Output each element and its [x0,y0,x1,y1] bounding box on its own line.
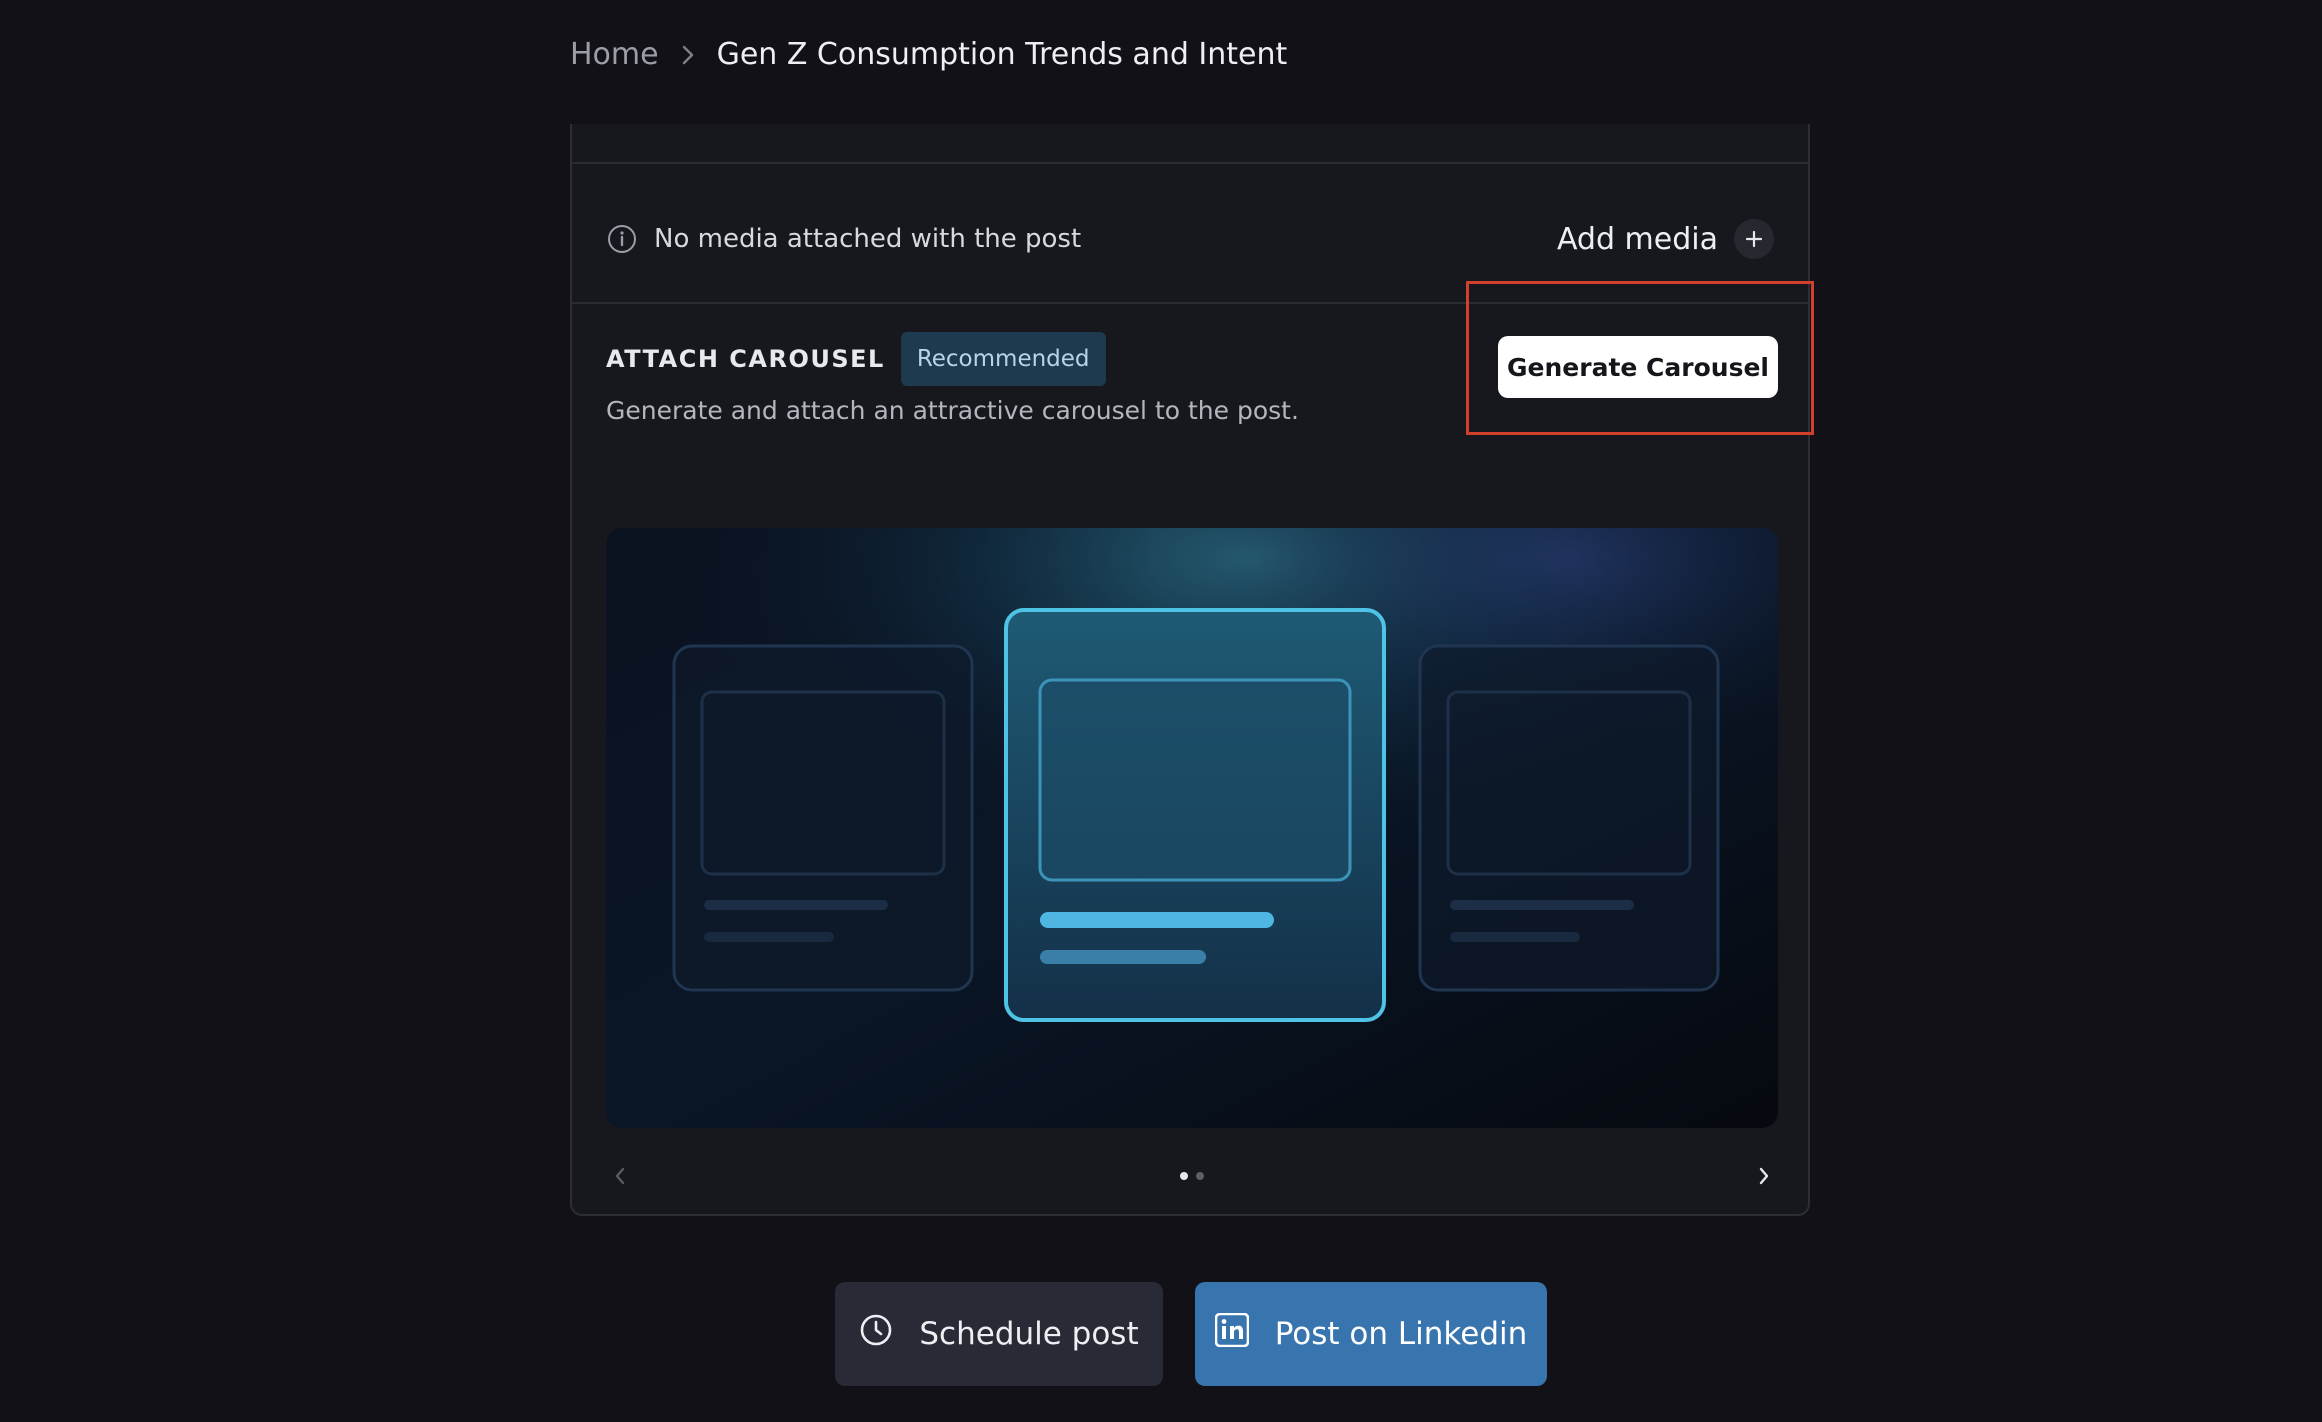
pager-dot-2[interactable] [1196,1172,1204,1180]
post-on-linkedin-button[interactable]: Post on Linkedin [1195,1282,1547,1386]
info-icon [606,223,638,255]
schedule-post-label: Schedule post [919,1316,1139,1352]
carousel-title-row: ATTACH CAROUSEL Recommended [606,332,1299,386]
carousel-pager [606,1156,1778,1196]
post-media-card: No media attached with the post Add medi… [570,124,1814,1216]
clock-icon [859,1313,893,1355]
add-media-button[interactable]: Add media [1557,219,1774,259]
center-slide-card [1004,608,1386,1022]
media-notice: No media attached with the post [606,223,1081,255]
breadcrumb: Home Gen Z Consumption Trends and Intent [570,34,1287,76]
left-slide-card [672,644,974,992]
post-on-linkedin-label: Post on Linkedin [1274,1316,1528,1352]
right-slide-card [1418,644,1720,992]
media-row: No media attached with the post Add medi… [606,214,1774,264]
chevron-right-icon[interactable] [1750,1162,1778,1190]
carousel-title: ATTACH CAROUSEL [606,345,885,373]
breadcrumb-home-link[interactable]: Home [570,34,659,76]
add-media-label: Add media [1556,221,1718,257]
carousel-description: Generate and attach an attractive carous… [606,396,1299,425]
post-actions: Schedule post Post on Linkedin [835,1282,1547,1386]
carousel-header: ATTACH CAROUSEL Recommended Generate and… [606,332,1299,425]
chevron-left-icon[interactable] [606,1162,634,1190]
recommended-badge: Recommended [900,332,1106,386]
carousel-illustration [606,528,1778,1128]
chevron-right-icon [677,44,699,66]
schedule-post-button[interactable]: Schedule post [835,1282,1163,1386]
pager-dots [1180,1172,1204,1180]
media-notice-text: No media attached with the post [654,224,1082,254]
generate-carousel-button[interactable]: Generate Carousel [1498,336,1778,398]
divider [572,162,1808,164]
linkedin-icon [1214,1312,1250,1355]
pager-dot-1[interactable] [1180,1172,1188,1180]
breadcrumb-current: Gen Z Consumption Trends and Intent [716,37,1288,72]
carousel-preview-image [606,528,1778,1128]
plus-icon [1734,219,1774,259]
